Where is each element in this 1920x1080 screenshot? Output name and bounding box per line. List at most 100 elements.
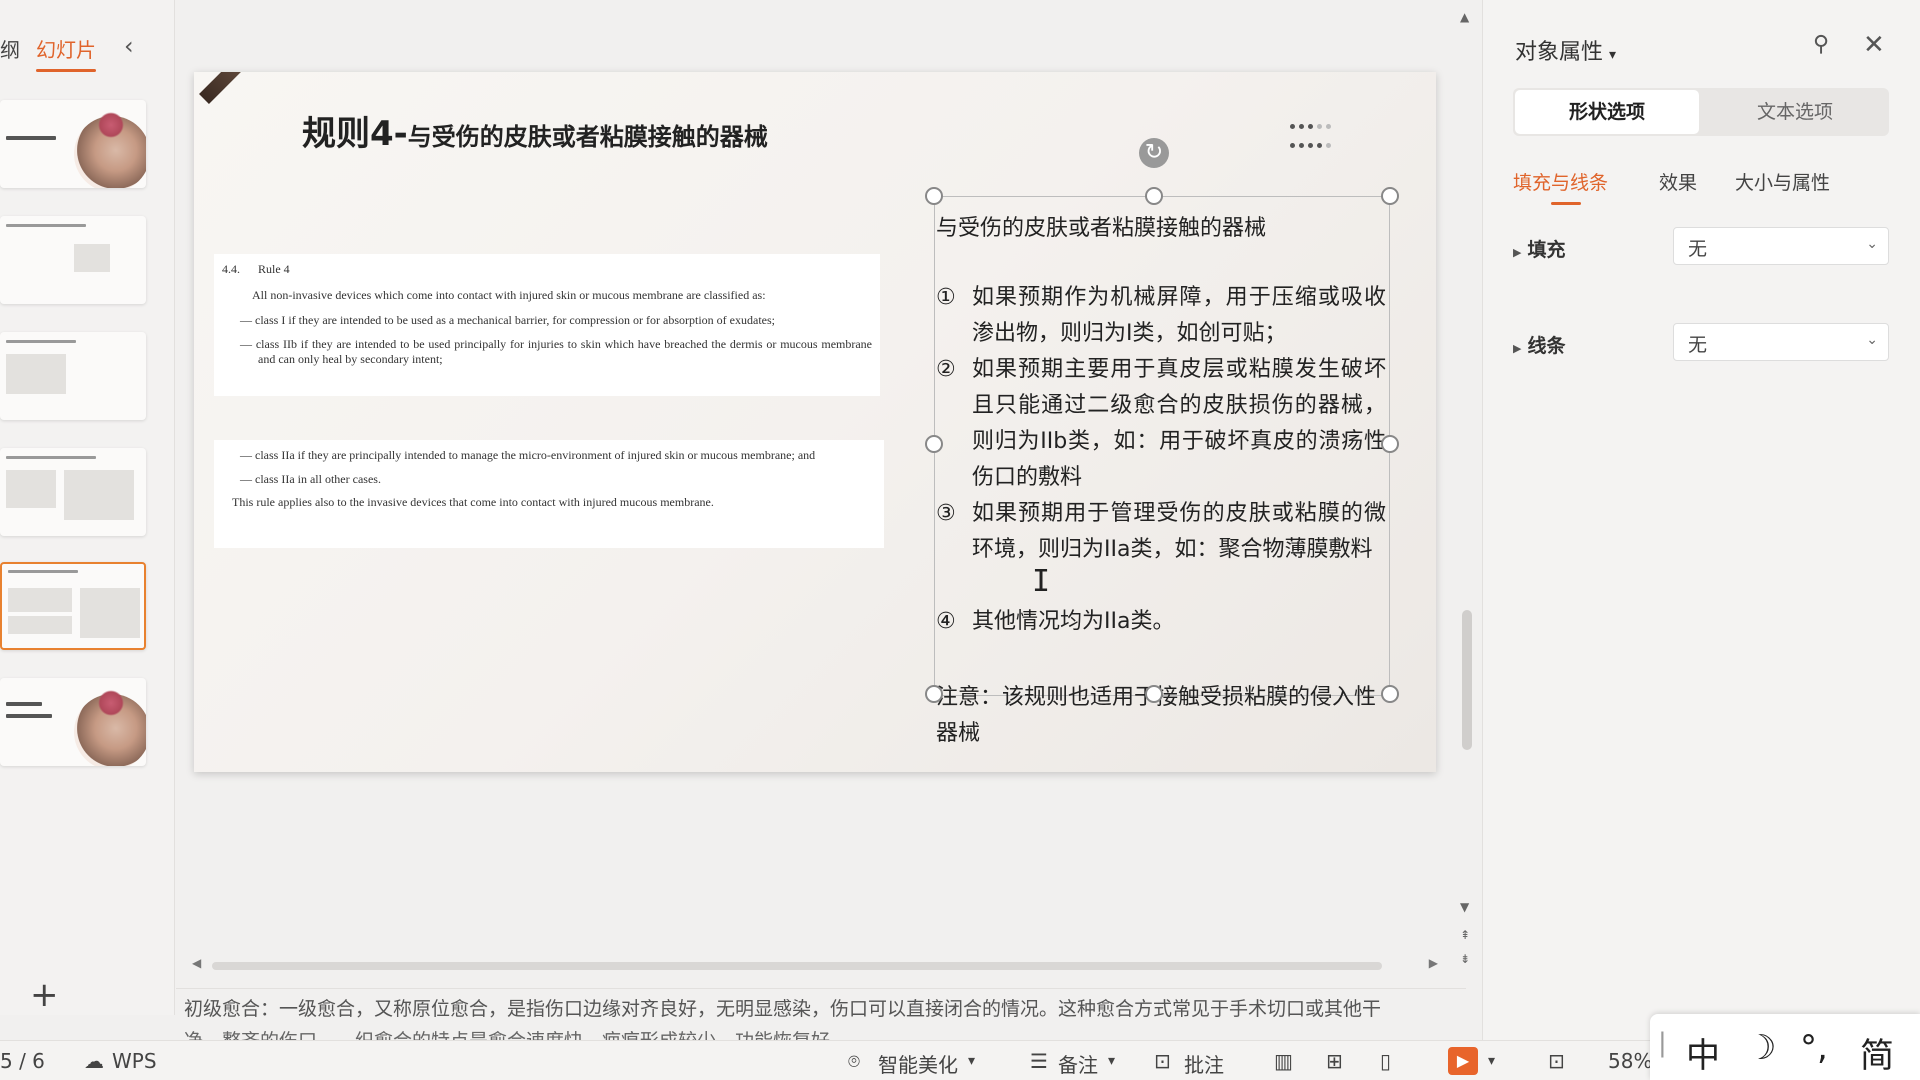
- textbox-heading: 与受伤的皮肤或者粘膜接触的器械: [936, 216, 1267, 241]
- notes-text: 初级愈合：一级愈合，又称原位愈合，是指伤口边缘对齐良好，无明显感染，伤口可以直接…: [184, 998, 1382, 1020]
- slide-thumbnail-1[interactable]: [0, 100, 146, 188]
- resize-handle[interactable]: [925, 187, 943, 205]
- slides-panel: 纲 幻灯片 ‹ +: [0, 0, 175, 1015]
- prev-slide-icon[interactable]: ⇞: [1460, 928, 1470, 942]
- status-bar: 5 / 6 ☁ WPS ⌾ 智能美化 ▾ ☰ 备注 ▾ ⊡ 批注 ▥ ⊞ ▯ ▶…: [0, 1040, 1920, 1080]
- tab-outline[interactable]: 纲: [0, 34, 20, 63]
- doc-rule: Rule 4: [258, 262, 290, 276]
- list-item: ① 如果预期作为机械屏障，用于压缩或吸收渗出物，则归为I类，如创可贴；: [936, 285, 1386, 346]
- caret-down-icon: ▾: [1609, 47, 1617, 63]
- punctuation-icon[interactable]: °,: [1800, 1028, 1828, 1068]
- wps-logo-icon[interactable]: ☁: [84, 1049, 104, 1073]
- scroll-down-icon[interactable]: ▼: [1460, 900, 1469, 914]
- line-dropdown[interactable]: 无 ⌄: [1673, 323, 1889, 361]
- simplified-toggle[interactable]: 简: [1860, 1028, 1894, 1077]
- scroll-track[interactable]: [212, 962, 1382, 970]
- options-segmented-control: 形状选项 文本选项: [1513, 88, 1889, 136]
- doc-item: — class IIa in all other cases.: [240, 471, 381, 486]
- resize-handle[interactable]: [1381, 685, 1399, 703]
- doc-item: — class IIb if they are intended to be u…: [240, 336, 872, 367]
- normal-view-icon[interactable]: ▥: [1274, 1049, 1293, 1073]
- ime-toolbar: | 中 ☽ °, 简: [1650, 1014, 1920, 1080]
- slide-thumbnail-5[interactable]: [0, 562, 146, 650]
- resize-handle[interactable]: [1145, 187, 1163, 205]
- panel-title[interactable]: 对象属性 ▾: [1515, 34, 1616, 66]
- zoom-level[interactable]: 58%: [1608, 1049, 1652, 1073]
- line-row: ▶ 线条 无 ⌄: [1513, 323, 1893, 363]
- slide-title[interactable]: 规则4-与受伤的皮肤或者粘膜接触的器械: [302, 106, 768, 155]
- expand-triangle-icon: ▶: [1513, 246, 1522, 259]
- doc-intro: All non-invasive devices which come into…: [252, 287, 766, 302]
- fit-window-icon[interactable]: ⊡: [1548, 1049, 1565, 1073]
- scroll-right-icon[interactable]: ▶: [1429, 956, 1438, 970]
- doc-item: — class IIa if they are principally inte…: [240, 448, 816, 462]
- vertical-scrollbar[interactable]: ▲ ▼ ⇞ ⇟: [1460, 10, 1474, 966]
- resize-handle[interactable]: [1145, 685, 1163, 703]
- rule-image-2[interactable]: — class IIa if they are principally inte…: [214, 440, 884, 548]
- pin-icon[interactable]: ⚲: [1813, 32, 1829, 57]
- notes-button[interactable]: 备注: [1058, 1049, 1098, 1078]
- beautify-icon[interactable]: ⌾: [848, 1049, 860, 1073]
- ime-mode[interactable]: 中: [1686, 1028, 1720, 1077]
- property-subtabs: 填充与线条 效果 大小与属性: [1513, 168, 1893, 205]
- horizontal-scrollbar[interactable]: ◀ ▶: [192, 956, 1438, 974]
- slide-thumbnail-3[interactable]: [0, 332, 146, 420]
- fill-row: ▶ 填充 无 ⌄: [1513, 227, 1893, 267]
- comment-button[interactable]: 批注: [1184, 1049, 1224, 1078]
- slide-title-sub: 与受伤的皮肤或者粘膜接触的器械: [407, 123, 768, 151]
- fill-dropdown[interactable]: 无 ⌄: [1673, 227, 1889, 265]
- close-icon[interactable]: ✕: [1863, 30, 1885, 60]
- resize-handle[interactable]: [925, 435, 943, 453]
- resize-handle[interactable]: [1381, 435, 1399, 453]
- flower-icon: [98, 112, 124, 138]
- fill-label[interactable]: ▶ 填充: [1513, 235, 1565, 262]
- selected-textbox[interactable]: 与受伤的皮肤或者粘膜接触的器械 ① 如果预期作为机械屏障，用于压缩或吸收渗出物，…: [928, 196, 1386, 696]
- doc-item: — class I if they are intended to be use…: [240, 313, 775, 328]
- tab-fill-line[interactable]: 填充与线条: [1513, 168, 1608, 205]
- rule-image-1[interactable]: 4.4. Rule 4 All non-invasive devices whic…: [214, 254, 880, 396]
- line-label[interactable]: ▶ 线条: [1513, 331, 1565, 358]
- list-item: ② 如果预期主要用于真皮层或粘膜发生破坏且只能通过二级愈合的皮肤损伤的器械，则归…: [936, 357, 1386, 490]
- slide-thumbnail-6[interactable]: [0, 678, 146, 766]
- tab-effects[interactable]: 效果: [1659, 168, 1697, 195]
- properties-panel: 对象属性 ▾ ⚲ ✕ 形状选项 文本选项 填充与线条 效果 大小与属性 ▶ 填充 无…: [1482, 0, 1920, 1040]
- chevron-left-icon[interactable]: ‹: [124, 32, 134, 60]
- slide-title-main: 规则4-: [302, 114, 408, 154]
- scroll-thumb[interactable]: [1462, 610, 1472, 750]
- expand-triangle-icon: ▶: [1513, 342, 1522, 355]
- chevron-down-icon[interactable]: ▾: [1108, 1053, 1115, 1069]
- dots-decoration: [1288, 116, 1342, 148]
- resize-handle[interactable]: [1381, 187, 1399, 205]
- chevron-down-icon[interactable]: ▾: [1488, 1053, 1495, 1069]
- panel-tabs: 纲 幻灯片 ‹: [0, 30, 175, 72]
- notes-text-line2: 净、整齐的伤口……织愈合的特点是愈合速度快，疤痕形成较少，功能恢复好。: [184, 1030, 850, 1041]
- list-item: ③ 如果预期用于管理受伤的皮肤或粘膜的微环境，则归为IIa类，如：聚合物薄膜敷料: [936, 501, 1386, 562]
- ime-divider: |: [1658, 1028, 1667, 1058]
- play-icon[interactable]: ▶: [1448, 1047, 1478, 1075]
- scroll-left-icon[interactable]: ◀: [192, 956, 201, 970]
- chevron-down-icon[interactable]: ▾: [968, 1053, 975, 1069]
- list-item: ④ 其他情况均为IIa类。: [936, 609, 1175, 634]
- slide-thumbnail-2[interactable]: [0, 216, 146, 304]
- reading-view-icon[interactable]: ▯: [1380, 1049, 1391, 1073]
- notes-pane[interactable]: 初级愈合：一级愈合，又称原位愈合，是指伤口边缘对齐良好，无明显感染，伤口可以直接…: [176, 988, 1466, 1041]
- wps-label[interactable]: WPS: [112, 1049, 157, 1073]
- tab-slides[interactable]: 幻灯片: [36, 34, 96, 72]
- resize-handle[interactable]: [925, 685, 943, 703]
- moon-icon[interactable]: ☽: [1746, 1028, 1776, 1068]
- slide-canvas[interactable]: 规则4-与受伤的皮肤或者粘膜接触的器械 4.4. Rule 4 All non-i…: [194, 72, 1436, 772]
- doc-number: 4.4.: [222, 262, 240, 276]
- tab-size-properties[interactable]: 大小与属性: [1735, 168, 1830, 195]
- rotate-handle-icon[interactable]: ↻: [1139, 138, 1169, 168]
- tab-shape-options[interactable]: 形状选项: [1515, 90, 1699, 134]
- slide-thumbnail-4[interactable]: [0, 448, 146, 536]
- next-slide-icon[interactable]: ⇟: [1460, 952, 1470, 966]
- add-slide-button[interactable]: +: [30, 975, 59, 1015]
- flower-icon: [98, 690, 124, 716]
- tab-text-options[interactable]: 文本选项: [1703, 90, 1887, 134]
- notes-icon[interactable]: ☰: [1030, 1049, 1048, 1073]
- sorter-view-icon[interactable]: ⊞: [1326, 1049, 1343, 1073]
- scroll-up-icon[interactable]: ▲: [1460, 10, 1469, 24]
- beautify-button[interactable]: 智能美化: [878, 1049, 958, 1078]
- comment-icon[interactable]: ⊡: [1154, 1049, 1171, 1073]
